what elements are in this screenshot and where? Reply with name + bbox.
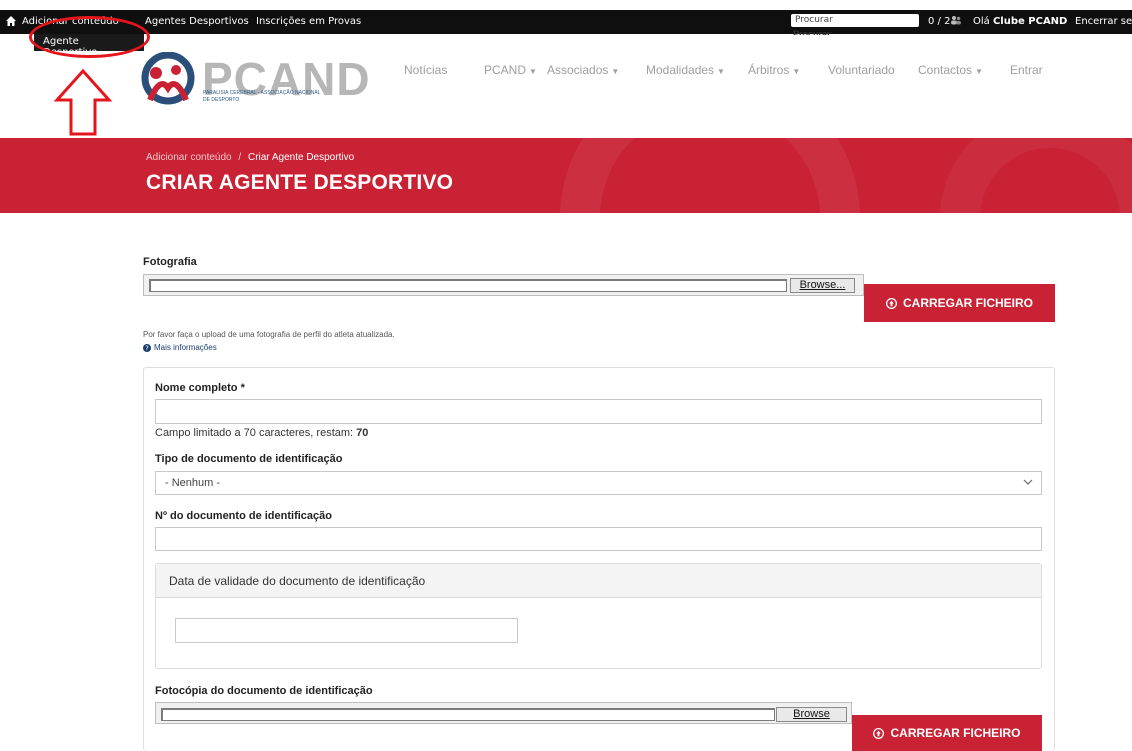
photo-help-text: Por favor faça o upload de uma fotografi… — [143, 330, 395, 339]
doc-copy-upload-label: CARREGAR FICHEIRO — [890, 726, 1021, 740]
photo-file-field[interactable]: Browse... — [143, 274, 864, 296]
full-name-label: Nome completo * — [155, 382, 245, 394]
doc-type-value: - Nenhum - — [165, 477, 221, 489]
nav-entrar[interactable]: Entrar — [1010, 63, 1043, 77]
search-label: Procurar — [793, 29, 831, 35]
nav-noticias[interactable]: Notícias — [404, 63, 447, 77]
photo-upload-button[interactable]: CARREGAR FICHEIRO — [864, 284, 1055, 322]
photo-file-path[interactable] — [149, 279, 787, 292]
char-limit-text: Campo limitado a 70 caracteres, restam: … — [155, 427, 368, 439]
admin-toolbar: Adicionar conteúdo Agentes Desportivos I… — [0, 10, 1132, 34]
breadcrumb-parent[interactable]: Adicionar conteúdo — [146, 152, 232, 163]
banner-decoration — [940, 138, 1132, 213]
doc-type-label: Tipo de documento de identificação — [155, 453, 343, 465]
toolbar-counter: 0 / 2 — [928, 16, 951, 27]
photo-label: Fotografia — [143, 256, 197, 268]
users-icon — [951, 16, 961, 25]
logo-tagline: Paralisia Cerebral - Associação Nacional… — [203, 90, 321, 103]
nav-pcand[interactable]: PCAND ▼ — [484, 63, 537, 77]
toolbar-greeting[interactable]: Olá Clube PCAND — [973, 16, 1067, 27]
chevron-down-icon: ▼ — [975, 67, 983, 76]
chevron-down-icon — [1023, 479, 1033, 485]
pcand-logo-icon — [141, 52, 195, 105]
doc-copy-browse-button[interactable]: Browse — [776, 707, 847, 722]
toolbar-sports-agents[interactable]: Agentes Desportivos — [145, 16, 249, 27]
banner-decoration — [560, 138, 860, 213]
annotation-arrow-icon — [53, 68, 113, 136]
nav-contactos[interactable]: Contactos ▼ — [918, 63, 983, 77]
svg-text:?: ? — [145, 344, 149, 352]
page-banner: Adicionar conteúdo / Criar Agente Despor… — [0, 138, 1132, 213]
user-name: Clube PCAND — [992, 16, 1068, 27]
doc-copy-upload-button[interactable]: CARREGAR FICHEIRO — [852, 715, 1042, 751]
nav-pcand-label: PCAND — [484, 63, 527, 77]
chevron-down-icon: ▼ — [611, 67, 620, 76]
nav-modalidades[interactable]: Modalidades ▼ — [646, 63, 725, 77]
photo-upload-label: CARREGAR FICHEIRO — [902, 296, 1033, 310]
doc-number-label: Nº do documento de identificação — [155, 510, 332, 522]
photo-browse-button[interactable]: Browse... — [790, 278, 855, 293]
toolbar-competition-entries[interactable]: Inscrições em Provas — [256, 16, 361, 27]
nav-arbitros-label: Árbitros — [748, 63, 790, 77]
site-logo[interactable]: PCAND Paralisia Cerebral - Associação Na… — [140, 52, 370, 122]
breadcrumb: Adicionar conteúdo / Criar Agente Despor… — [146, 152, 354, 163]
nav-voluntariado[interactable]: Voluntariado — [828, 63, 895, 77]
doc-number-input[interactable] — [155, 527, 1042, 551]
doc-expiry-fieldset: Data de validade do documento de identif… — [155, 563, 1042, 669]
char-limit-remaining: 70 — [356, 427, 369, 439]
toolbar-logout[interactable]: Encerrar sess — [1075, 16, 1132, 27]
home-icon[interactable] — [5, 15, 17, 27]
more-info-link[interactable]: ? Mais informações — [143, 343, 217, 352]
nav-modalidades-label: Modalidades — [646, 63, 715, 77]
greeting-text: Olá — [973, 16, 990, 27]
chevron-down-icon: ▼ — [529, 67, 537, 76]
doc-type-select[interactable]: - Nenhum - — [155, 471, 1042, 495]
annotation-ellipse — [29, 16, 150, 58]
breadcrumb-current: Criar Agente Desportivo — [247, 152, 355, 163]
nav-arbitros[interactable]: Árbitros ▼ — [748, 63, 800, 77]
doc-expiry-input[interactable] — [175, 618, 518, 643]
doc-copy-file-path[interactable] — [161, 708, 775, 721]
info-icon: ? — [143, 343, 151, 352]
nav-associados[interactable]: Associados ▼ — [547, 63, 619, 77]
breadcrumb-separator: / — [238, 152, 242, 163]
char-limit-prefix: Campo limitado a 70 caracteres, restam: — [155, 427, 354, 439]
nav-associados-label: Associados — [547, 63, 609, 77]
doc-copy-file-field[interactable]: Browse — [155, 702, 852, 724]
toolbar-search-input[interactable]: Procurar — [791, 14, 919, 27]
chevron-down-icon: ▼ — [717, 67, 725, 76]
more-info-label: Mais informações — [154, 343, 217, 352]
chevron-down-icon: ▼ — [792, 67, 801, 76]
upload-icon — [873, 727, 885, 739]
doc-copy-label: Fotocópia do documento de identificação — [155, 685, 373, 697]
nav-contactos-label: Contactos — [918, 63, 973, 77]
upload-icon — [885, 297, 897, 309]
full-name-input[interactable] — [155, 399, 1042, 424]
page-title: CRIAR AGENTE DESPORTIVO — [146, 171, 454, 194]
doc-expiry-label: Data de validade do documento de identif… — [156, 564, 1041, 598]
